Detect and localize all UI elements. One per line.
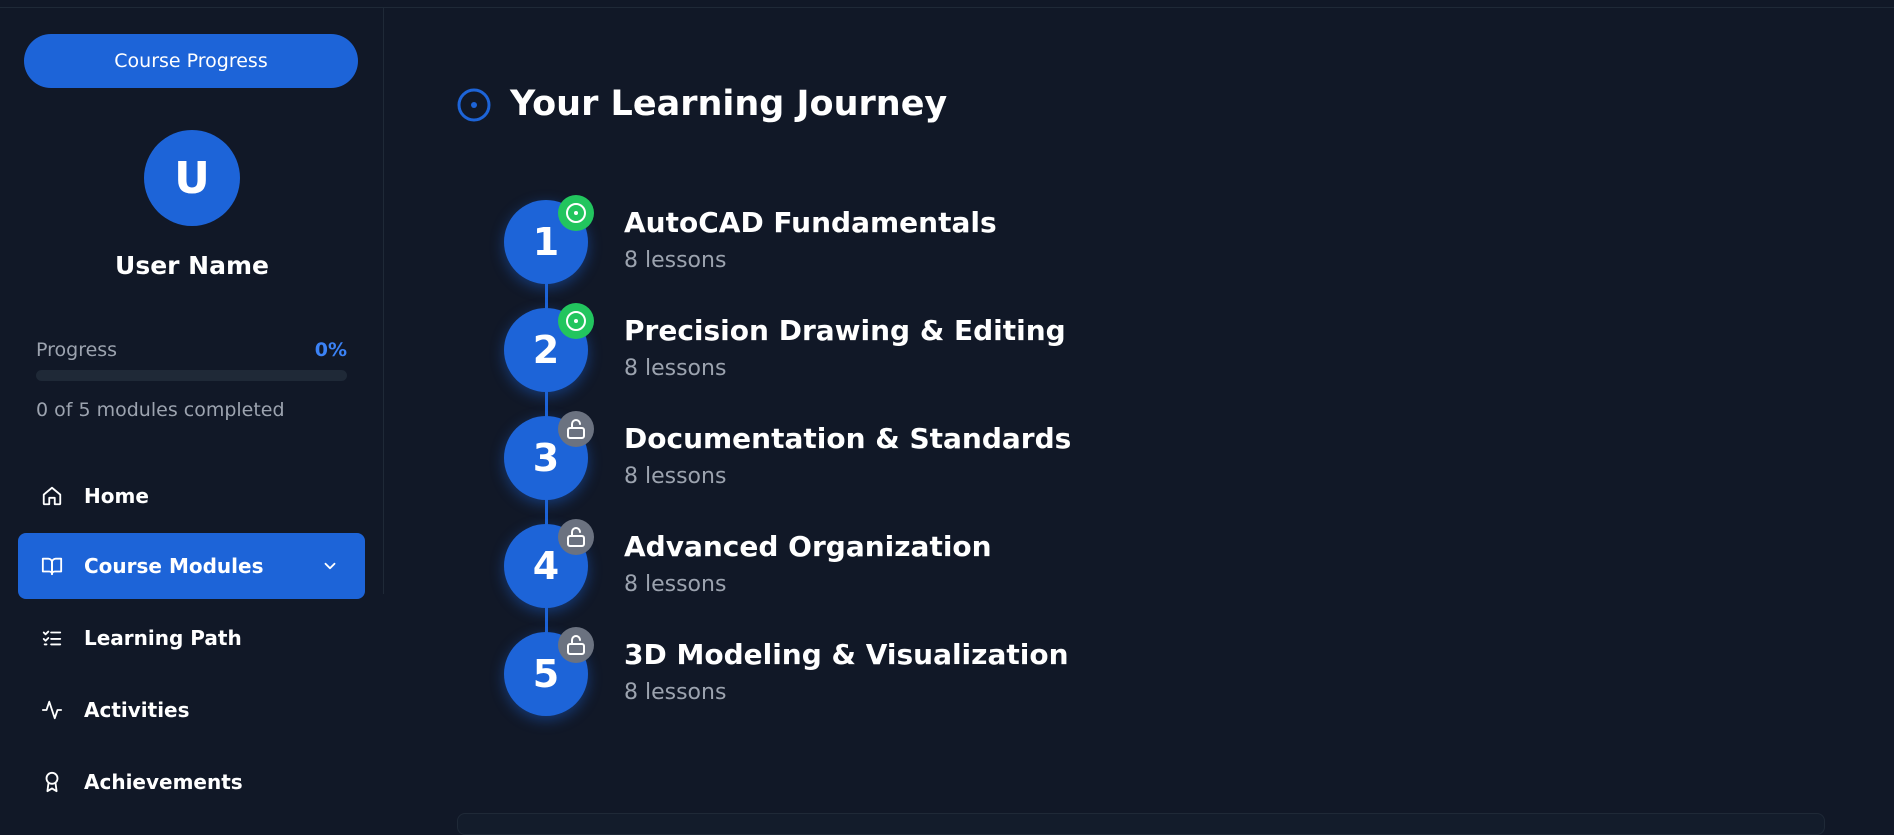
user-name: User Name <box>115 251 269 280</box>
avatar: U <box>144 130 240 226</box>
target-icon <box>457 88 491 122</box>
nav-item-activities[interactable]: Activities <box>18 677 365 743</box>
nav-label: Home <box>84 484 149 508</box>
home-icon <box>42 486 62 506</box>
course-progress-button[interactable]: Course Progress <box>24 34 358 88</box>
module-item-5[interactable]: 5 3D Modeling & Visualization 8 lessons <box>504 627 1404 722</box>
module-item-4[interactable]: 4 Advanced Organization 8 lessons <box>504 519 1404 614</box>
nav-label: Achievements <box>84 770 243 794</box>
module-title[interactable]: 3D Modeling & Visualization <box>624 638 1069 671</box>
status-badge <box>558 195 594 231</box>
status-badge <box>558 627 594 663</box>
progress-percent: 0% <box>314 339 347 361</box>
lock-icon <box>567 419 585 439</box>
module-title[interactable]: Documentation & Standards <box>624 422 1071 455</box>
content-card <box>457 813 1825 835</box>
nav-label: Course Modules <box>84 554 264 578</box>
module-title[interactable]: AutoCAD Fundamentals <box>624 206 997 239</box>
module-item-1[interactable]: 1 AutoCAD Fundamentals 8 lessons <box>504 195 1404 290</box>
module-item-3[interactable]: 3 Documentation & Standards 8 lessons <box>504 411 1404 506</box>
module-title[interactable]: Precision Drawing & Editing <box>624 314 1066 347</box>
nav-label: Learning Path <box>84 626 242 650</box>
module-lessons: 8 lessons <box>624 464 727 489</box>
nav-item-home[interactable]: Home <box>18 463 365 529</box>
modules-completed-text: 0 of 5 modules completed <box>36 399 285 421</box>
target-icon <box>566 203 586 223</box>
chevron-down-icon[interactable] <box>321 557 339 575</box>
nav-item-learning-path[interactable]: Learning Path <box>18 605 365 671</box>
sidebar: Course Progress U User Name Progress 0% … <box>0 8 384 826</box>
target-icon <box>566 311 586 331</box>
nav-item-achievements[interactable]: Achievements <box>18 749 365 815</box>
award-icon <box>45 771 59 793</box>
module-title[interactable]: Advanced Organization <box>624 530 992 563</box>
status-badge <box>558 519 594 555</box>
sidebar-divider <box>383 8 384 594</box>
module-lessons: 8 lessons <box>624 356 727 381</box>
module-item-2[interactable]: 2 Precision Drawing & Editing 8 lessons <box>504 303 1404 398</box>
progress-label: Progress <box>36 339 118 361</box>
module-lessons: 8 lessons <box>624 680 727 705</box>
status-badge <box>558 303 594 339</box>
module-lessons: 8 lessons <box>624 572 727 597</box>
page-title: Your Learning Journey <box>510 84 948 124</box>
book-open-icon <box>41 557 63 576</box>
list-checks-icon <box>42 630 62 646</box>
nav-label: Activities <box>84 698 190 722</box>
status-badge <box>558 411 594 447</box>
activity-icon <box>41 700 63 720</box>
nav-item-course-modules[interactable]: Course Modules <box>18 533 365 599</box>
module-lessons: 8 lessons <box>624 248 727 273</box>
lock-icon <box>567 527 585 547</box>
progress-bar <box>36 370 347 381</box>
lock-icon <box>567 635 585 655</box>
